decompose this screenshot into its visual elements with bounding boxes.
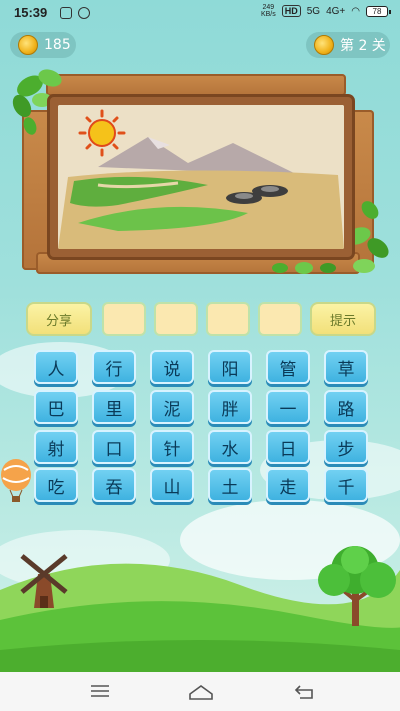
coin-icon	[18, 35, 38, 55]
notification-icon	[60, 7, 72, 19]
app-notification-icon	[78, 7, 90, 19]
char-tile[interactable]: 千	[324, 468, 368, 502]
char-tile[interactable]: 说	[150, 350, 194, 384]
char-tile[interactable]: 走	[266, 468, 310, 502]
char-tile[interactable]: 泥	[150, 390, 194, 424]
char-tile[interactable]: 路	[324, 390, 368, 424]
status-bar: 15:39 249 KB/s HD 5G 4G+ ◠ 78	[0, 0, 400, 28]
wifi-icon: ◠	[351, 5, 360, 17]
coin-counter: 185	[10, 32, 76, 58]
hd-badge: HD	[281, 5, 301, 17]
char-tile[interactable]: 胖	[208, 390, 252, 424]
char-tile[interactable]: 针	[150, 430, 194, 464]
char-tile[interactable]: 土	[208, 468, 252, 502]
signal-4g: 4G+	[326, 5, 346, 17]
coin-icon	[314, 35, 334, 55]
network-speed: 249 KB/s	[260, 4, 276, 18]
puzzle-scene	[58, 105, 344, 249]
answer-slot-3[interactable]	[206, 302, 250, 336]
char-tile[interactable]: 草	[324, 350, 368, 384]
char-tile[interactable]: 行	[92, 350, 136, 384]
windmill-icon	[20, 554, 68, 608]
char-tile[interactable]: 人	[34, 350, 78, 384]
char-tile[interactable]: 水	[208, 430, 252, 464]
char-tile[interactable]: 日	[266, 430, 310, 464]
char-tile[interactable]: 射	[34, 430, 78, 464]
tree-icon	[318, 546, 396, 626]
system-nav-bar	[0, 672, 400, 711]
char-tile[interactable]: 吃	[34, 468, 78, 502]
char-tile[interactable]: 巴	[34, 390, 78, 424]
char-tile[interactable]: 阳	[208, 350, 252, 384]
char-tile[interactable]: 吞	[92, 468, 136, 502]
level-label: 第 2 关	[340, 38, 386, 54]
menu-icon[interactable]	[90, 684, 110, 698]
char-tile[interactable]: 管	[266, 350, 310, 384]
char-tile[interactable]: 山	[150, 468, 194, 502]
status-indicators: 249 KB/s HD 5G 4G+ ◠ 78	[260, 4, 391, 18]
char-tile[interactable]: 步	[324, 430, 368, 464]
puzzle-picture	[58, 105, 344, 249]
share-button[interactable]: 分享	[26, 302, 92, 336]
hint-button[interactable]: 提示	[310, 302, 376, 336]
answer-slot-4[interactable]	[258, 302, 302, 336]
level-indicator: 第 2 关	[306, 32, 390, 58]
char-tile[interactable]: 口	[92, 430, 136, 464]
plank-top	[46, 74, 346, 96]
hot-air-balloon-icon	[1, 459, 31, 502]
coin-count: 185	[44, 37, 71, 53]
battery-icon: 78	[366, 5, 391, 17]
status-time: 15:39	[14, 5, 48, 20]
back-icon[interactable]	[294, 684, 316, 700]
char-tile[interactable]: 一	[266, 390, 310, 424]
leaves-icon	[272, 262, 336, 274]
answer-slot-2[interactable]	[154, 302, 198, 336]
home-icon[interactable]	[188, 684, 214, 700]
answer-slot-1[interactable]	[102, 302, 146, 336]
signal-5g: 5G	[306, 5, 321, 17]
char-tile[interactable]: 里	[92, 390, 136, 424]
